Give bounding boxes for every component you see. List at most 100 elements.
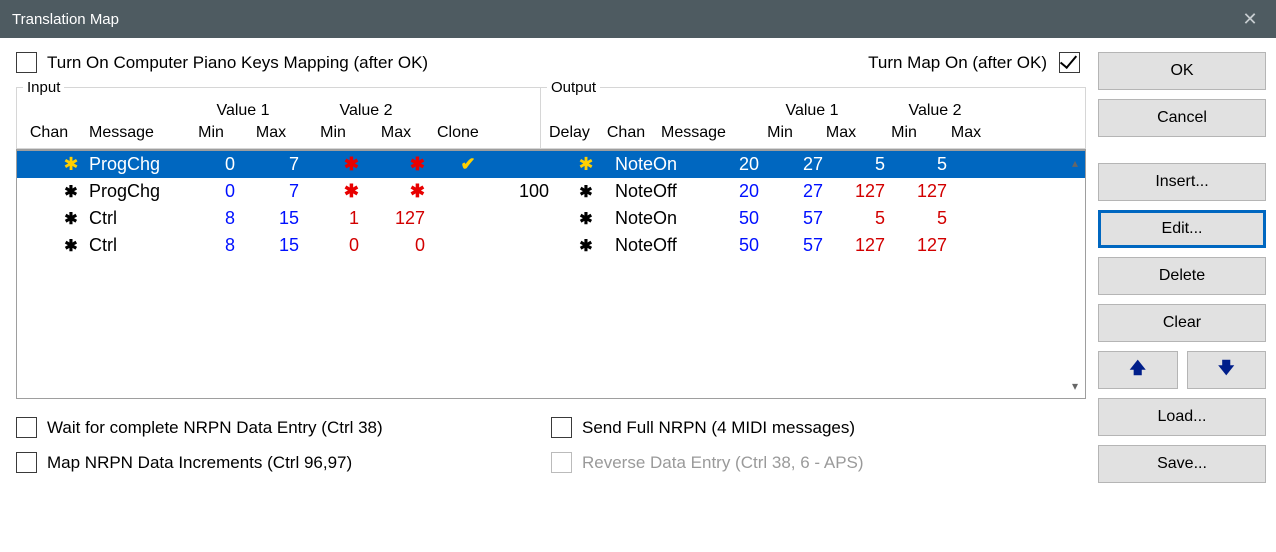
out-v1max: 57	[769, 235, 833, 256]
in-clone: ✔	[435, 154, 501, 175]
in-v2min: ✱	[309, 154, 369, 175]
turn-map-on-checkbox[interactable]	[1059, 52, 1080, 73]
titlebar: Translation Map ✕	[0, 0, 1276, 38]
out-v1min: 20	[711, 154, 769, 175]
reverse-data-entry-checkbox: Reverse Data Entry (Ctrl 38, 6 - APS)	[551, 452, 1086, 473]
arrow-up-icon: 🡅	[1130, 357, 1146, 384]
out-v2max: 127	[895, 181, 957, 202]
out-message: NoteOff	[613, 181, 711, 202]
in-v2max: ✱	[369, 181, 435, 202]
out-v2min: 5	[833, 208, 895, 229]
piano-keys-checkbox[interactable]: Turn On Computer Piano Keys Mapping (aft…	[16, 52, 428, 73]
col-v2min: Min	[303, 120, 363, 148]
in-v2min: 0	[309, 235, 369, 256]
output-legend: Output	[547, 79, 600, 96]
col-v1max: Max	[239, 120, 303, 148]
insert-button[interactable]: Insert...	[1098, 163, 1266, 201]
out-v1max: 27	[769, 181, 833, 202]
in-chan: ✱	[55, 154, 87, 175]
out-delay: 100	[501, 181, 559, 202]
window-title: Translation Map	[12, 11, 119, 28]
map-nrpn-label: Map NRPN Data Increments (Ctrl 96,97)	[47, 453, 352, 473]
send-full-nrpn-label: Send Full NRPN (4 MIDI messages)	[582, 418, 855, 438]
out-v1min: 50	[711, 208, 769, 229]
table-row[interactable]: ✱Ctrl8151127✱NoteOn505755	[17, 205, 1085, 232]
move-up-button[interactable]: 🡅	[1098, 351, 1178, 389]
in-v1max: 7	[245, 154, 309, 175]
out-v1min: 20	[711, 181, 769, 202]
checkbox-icon	[551, 417, 572, 438]
table-row[interactable]: ✱ProgChg07✱✱100✱NoteOff2027127127	[17, 178, 1085, 205]
out-message: NoteOff	[613, 235, 711, 256]
table-row[interactable]: ✱ProgChg07✱✱✔✱NoteOn202755	[17, 151, 1085, 178]
ok-button[interactable]: OK	[1098, 52, 1266, 90]
col-delay: Delay	[541, 120, 599, 148]
close-icon[interactable]: ✕	[1236, 5, 1264, 33]
col-chan: Chan	[17, 120, 81, 148]
output-value2-group: Value 2	[873, 96, 997, 120]
clear-button[interactable]: Clear	[1098, 304, 1266, 342]
checkbox-icon	[16, 52, 37, 73]
piano-keys-label: Turn On Computer Piano Keys Mapping (aft…	[47, 53, 428, 73]
send-full-nrpn-checkbox[interactable]: Send Full NRPN (4 MIDI messages)	[551, 417, 1086, 438]
in-v1min: 8	[189, 235, 245, 256]
scroll-down-icon[interactable]: ▾	[1066, 375, 1084, 397]
out-v2max: 5	[895, 208, 957, 229]
col-clone: Clone	[429, 120, 495, 148]
checkbox-icon	[16, 452, 37, 473]
out-v2max: 5	[895, 154, 957, 175]
checkbox-icon	[551, 452, 572, 473]
out-v1max: 57	[769, 208, 833, 229]
save-button[interactable]: Save...	[1098, 445, 1266, 483]
in-v2min: 1	[309, 208, 369, 229]
input-value2-group: Value 2	[303, 96, 429, 120]
col-ov1min: Min	[751, 120, 809, 148]
in-message: ProgChg	[87, 154, 189, 175]
in-v2max: 0	[369, 235, 435, 256]
out-v2min: 127	[833, 235, 895, 256]
out-chan: ✱	[559, 236, 613, 256]
checkbox-icon	[1059, 52, 1080, 73]
move-down-button[interactable]: 🡇	[1187, 351, 1267, 389]
map-nrpn-checkbox[interactable]: Map NRPN Data Increments (Ctrl 96,97)	[16, 452, 551, 473]
wait-nrpn-checkbox[interactable]: Wait for complete NRPN Data Entry (Ctrl …	[16, 417, 551, 438]
out-v1max: 27	[769, 154, 833, 175]
in-message: Ctrl	[87, 208, 189, 229]
table-row[interactable]: ✱Ctrl81500✱NoteOff5057127127	[17, 232, 1085, 259]
in-v1max: 7	[245, 181, 309, 202]
in-v1max: 15	[245, 208, 309, 229]
load-button[interactable]: Load...	[1098, 398, 1266, 436]
scrollbar[interactable]: ▴ ▾	[1066, 152, 1084, 397]
cancel-button[interactable]: Cancel	[1098, 99, 1266, 137]
col-chan-out: Chan	[599, 120, 653, 148]
translation-listbox[interactable]: ✱ProgChg07✱✱✔✱NoteOn202755✱ProgChg07✱✱10…	[16, 149, 1086, 399]
output-fieldset: Output Value 1 Value 2 Delay Chan Messag…	[540, 79, 1086, 149]
out-message: NoteOn	[613, 208, 711, 229]
wait-nrpn-label: Wait for complete NRPN Data Entry (Ctrl …	[47, 418, 383, 438]
in-v1min: 0	[189, 154, 245, 175]
col-message-out: Message	[653, 120, 751, 148]
in-v2max: ✱	[369, 154, 435, 175]
input-legend: Input	[23, 79, 64, 96]
col-v2max: Max	[363, 120, 429, 148]
in-v1min: 8	[189, 208, 245, 229]
arrow-down-icon: 🡇	[1218, 357, 1234, 384]
in-message: ProgChg	[87, 181, 189, 202]
output-value1-group: Value 1	[751, 96, 873, 120]
in-v2max: 127	[369, 208, 435, 229]
in-message: Ctrl	[87, 235, 189, 256]
col-ov2max: Max	[935, 120, 997, 148]
out-chan: ✱	[559, 182, 613, 202]
scroll-up-icon[interactable]: ▴	[1066, 152, 1084, 174]
input-value1-group: Value 1	[183, 96, 303, 120]
checkbox-icon	[16, 417, 37, 438]
col-v1min: Min	[183, 120, 239, 148]
in-chan: ✱	[55, 236, 87, 256]
out-v2min: 5	[833, 154, 895, 175]
out-v2max: 127	[895, 235, 957, 256]
out-v1min: 50	[711, 235, 769, 256]
in-v1min: 0	[189, 181, 245, 202]
edit-button[interactable]: Edit...	[1098, 210, 1266, 248]
delete-button[interactable]: Delete	[1098, 257, 1266, 295]
turn-map-on-label: Turn Map On (after OK)	[868, 53, 1047, 73]
